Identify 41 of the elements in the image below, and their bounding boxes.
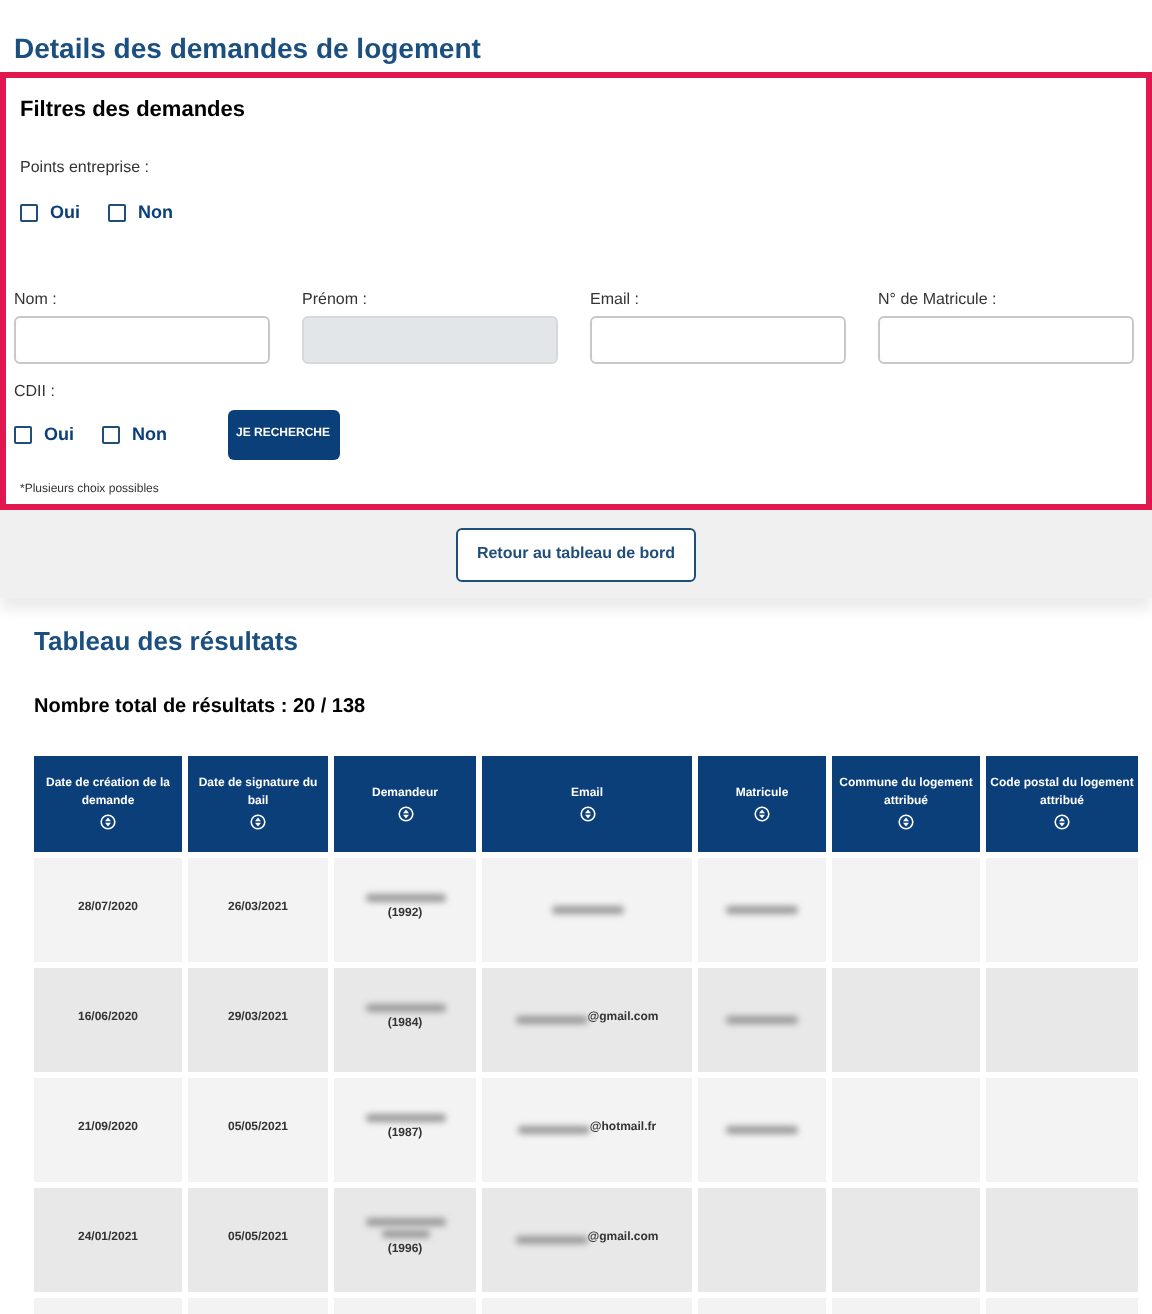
redacted-text: [726, 1015, 798, 1023]
field-label: Email :: [590, 288, 641, 312]
redacted-text: [365, 894, 445, 902]
field-label: Prénom :: [302, 288, 369, 312]
field-label: CDII :: [14, 380, 57, 404]
field-label: N° de Matricule :: [878, 288, 999, 312]
text-field[interactable]: [590, 316, 846, 364]
sort-icon[interactable]: [754, 805, 770, 821]
redacted-text: [365, 1004, 445, 1012]
checkbox[interactable]: [14, 426, 32, 444]
checkbox[interactable]: [20, 203, 38, 222]
filters-title: Filtres des demandes: [18, 96, 247, 126]
checkbox-label: Oui: [50, 199, 80, 225]
text-field[interactable]: [14, 316, 270, 364]
checkbox-label: Non: [132, 421, 167, 448]
results-title: Tableau des résultats: [34, 624, 300, 660]
sort-icon[interactable]: [250, 814, 266, 830]
redacted-text: [381, 1230, 429, 1238]
redacted-text: [517, 1125, 590, 1133]
checkbox-label: Non: [138, 199, 173, 225]
text-field[interactable]: [878, 316, 1134, 364]
sort-icon[interactable]: [579, 805, 595, 821]
sort-icon[interactable]: [898, 814, 914, 830]
redacted-text: [726, 1125, 798, 1133]
checkbox[interactable]: [102, 426, 120, 444]
results-count: Nombre total de résultats : 20 / 138: [34, 693, 368, 721]
redacted-text: [515, 1015, 588, 1023]
checkbox-label: Oui: [44, 421, 74, 448]
field-label: Points entreprise :: [18, 155, 151, 179]
page-title: Details des demandes de logement: [12, 30, 483, 68]
redacted-text: [515, 1235, 588, 1243]
redacted-text: [726, 905, 798, 913]
sort-icon[interactable]: [1054, 814, 1070, 830]
redacted-text: [551, 905, 623, 913]
back-button[interactable]: Retour au tableau de bord: [456, 527, 696, 581]
sort-icon[interactable]: [100, 814, 116, 830]
field-label: Nom :: [14, 288, 59, 312]
checkbox[interactable]: [108, 203, 126, 222]
sort-icon[interactable]: [397, 805, 413, 821]
redacted-text: [365, 1114, 445, 1122]
redacted-text: [365, 1218, 445, 1226]
